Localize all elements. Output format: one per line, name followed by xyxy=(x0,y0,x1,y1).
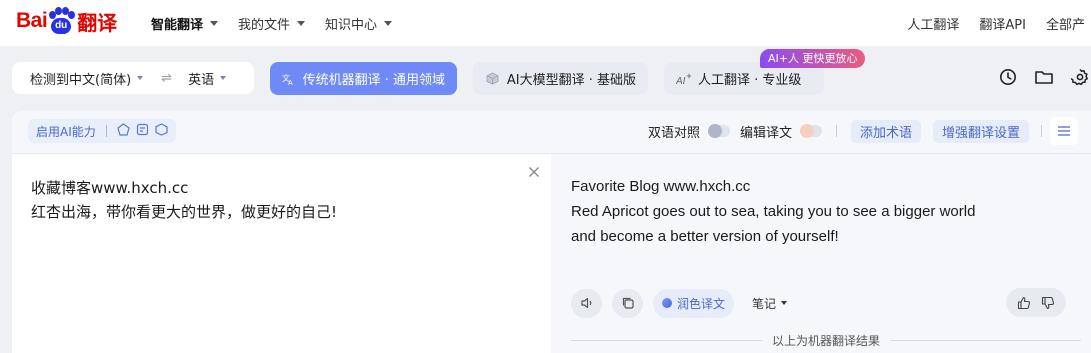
thumbs-up-icon[interactable] xyxy=(1012,292,1036,314)
mode-label: AI大模型翻译 · 基础版 xyxy=(506,73,636,88)
promo-badge: AI+人 更快更放心 xyxy=(760,49,866,68)
ai-feature-icon-3[interactable] xyxy=(155,123,168,139)
nav-label: 知识中心 xyxy=(325,17,378,33)
link-all-products[interactable]: 全部产 xyxy=(1046,14,1085,33)
enhance-settings-button[interactable]: 增强翻译设置 xyxy=(932,119,1029,143)
mode-machine-translation[interactable]: 文A 传统机器翻译 · 通用领域 xyxy=(270,62,457,95)
nav-label: 我的文件 xyxy=(238,17,291,33)
divider xyxy=(105,125,107,137)
divider xyxy=(1041,125,1042,137)
ai-feature-icon-1[interactable] xyxy=(117,123,130,139)
logo-fanyi: 翻译 xyxy=(77,10,118,35)
source-text-input[interactable]: 收藏博客www.hxch.cc 红杏出海，带你看更大的世界，做更好的自己! xyxy=(31,176,337,224)
target-language-dropdown[interactable]: 英语 xyxy=(188,69,227,88)
logo-bai: Bai xyxy=(16,9,48,32)
translation-output: Favorite Blog www.hxch.cc Red Apricot go… xyxy=(571,174,975,249)
translate-icon: 文A xyxy=(282,71,297,87)
tool-icons xyxy=(997,66,1091,88)
cube-icon xyxy=(485,71,501,87)
baidu-translate-logo[interactable]: Bai du 翻译 xyxy=(16,3,117,39)
logo-du: du xyxy=(51,18,72,34)
divider xyxy=(890,340,1082,341)
nav-smart-translate[interactable]: 智能翻译 xyxy=(151,14,219,33)
edit-translation-switch[interactable] xyxy=(799,124,822,138)
source-language-label: 检测到中文(简体) xyxy=(30,72,132,88)
panel-toolbar: 启用AI能力 双语对照 编辑译文 添加术语 增强翻译设置 xyxy=(12,111,1091,154)
machine-note-label: 以上为机器翻译结果 xyxy=(772,334,881,348)
swap-languages-icon[interactable]: ⇌ xyxy=(161,71,172,86)
source-pane: 收藏博客www.hxch.cc 红杏出海，带你看更大的世界，做更好的自己! xyxy=(12,154,551,353)
polish-icon xyxy=(662,298,672,308)
switch-knob xyxy=(799,124,814,138)
mode-label: 传统机器翻译 · 通用领域 xyxy=(302,73,445,88)
notes-label: 笔记 xyxy=(752,296,777,311)
nav-knowledge-center[interactable]: 知识中心 xyxy=(325,14,393,33)
ai-feature-icon-2[interactable] xyxy=(136,123,149,139)
polish-translation-button[interactable]: 润色译文 xyxy=(653,288,735,318)
bilingual-switch[interactable] xyxy=(707,124,730,138)
feedback-group xyxy=(1006,288,1066,317)
ai-sparkle-icon: AI xyxy=(676,71,692,87)
menu-lines-icon[interactable] xyxy=(1050,117,1078,145)
nav-my-files[interactable]: 我的文件 xyxy=(238,14,306,33)
mode-label: 人工翻译 · 专业级 xyxy=(698,73,802,88)
clear-text-icon[interactable] xyxy=(527,166,541,180)
result-actions: 润色译文 笔记 xyxy=(571,288,788,318)
chevron-down-icon xyxy=(781,301,788,305)
divider xyxy=(835,125,837,137)
polish-label: 润色译文 xyxy=(677,296,726,311)
add-term-button[interactable]: 添加术语 xyxy=(850,119,921,143)
translation-panel: 启用AI能力 双语对照 编辑译文 添加术语 增强翻译设置 收藏博客www.hxc… xyxy=(12,111,1091,353)
result-pane: Favorite Blog www.hxch.cc Red Apricot go… xyxy=(551,154,1091,353)
copy-icon[interactable] xyxy=(612,288,643,318)
nav-label: 智能翻译 xyxy=(151,17,204,33)
thumbs-down-icon[interactable] xyxy=(1036,292,1060,314)
edit-translation-label: 编辑译文 xyxy=(739,125,792,141)
divider xyxy=(571,340,762,341)
translation-line: Red Apricot goes out to sea, taking you … xyxy=(571,203,976,220)
settings-gear-icon[interactable] xyxy=(1069,66,1091,88)
chevron-down-icon xyxy=(384,20,393,26)
source-language-dropdown[interactable]: 检测到中文(简体) xyxy=(30,69,144,88)
bilingual-label: 双语对照 xyxy=(647,125,700,141)
chevron-down-icon xyxy=(297,20,306,26)
folder-icon[interactable] xyxy=(1033,66,1055,88)
translation-line: Favorite Blog www.hxch.cc xyxy=(571,178,751,195)
speaker-icon[interactable] xyxy=(571,288,602,318)
machine-translation-note: 以上为机器翻译结果 xyxy=(571,332,1082,349)
top-nav: Bai du 翻译 智能翻译 我的文件 知识中心 人工翻译 翻译API 全部产 xyxy=(0,0,1091,46)
enable-ai-label: 启用AI能力 xyxy=(36,124,96,139)
chevron-down-icon xyxy=(210,20,219,26)
history-clock-icon[interactable] xyxy=(997,66,1019,88)
chevron-down-icon xyxy=(220,76,227,80)
target-language-label: 英语 xyxy=(188,72,215,88)
translation-line: and become a better version of yourself! xyxy=(571,228,839,245)
main-nav: 智能翻译 我的文件 知识中心 xyxy=(151,0,393,46)
baidu-paw-icon: du xyxy=(48,7,76,35)
toolbar-right: 双语对照 编辑译文 添加术语 增强翻译设置 xyxy=(647,117,1078,145)
link-human-translation[interactable]: 人工翻译 xyxy=(907,14,959,33)
enable-ai-toggle[interactable]: 启用AI能力 xyxy=(28,119,176,143)
switch-knob xyxy=(707,124,722,138)
svg-text:A: A xyxy=(288,80,293,86)
language-selector: 检测到中文(简体) ⇌ 英语 xyxy=(12,62,254,94)
link-translate-api[interactable]: 翻译API xyxy=(979,14,1026,33)
mode-ai-llm-translation[interactable]: AI大模型翻译 · 基础版 xyxy=(473,62,648,95)
chevron-down-icon xyxy=(137,76,144,80)
svg-text:AI: AI xyxy=(676,76,686,86)
notes-dropdown[interactable]: 笔记 xyxy=(752,295,788,312)
right-nav: 人工翻译 翻译API 全部产 xyxy=(907,0,1091,46)
